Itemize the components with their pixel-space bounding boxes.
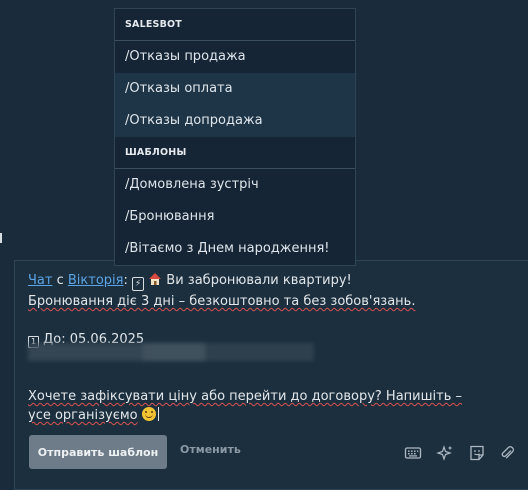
send-template-button[interactable]: Отправить шаблон (29, 435, 167, 469)
message-line-1: Чат с Вікторія: ⚡ Ви забронювали квартир… (28, 271, 468, 292)
message-line-2: Бронювання діє 3 дні – безкоштовно та бе… (28, 294, 416, 309)
dropdown-item-domovlena-zustrich[interactable]: /Домовлена зустріч (115, 169, 355, 201)
attachment-icon[interactable] (498, 444, 516, 462)
house-icon (148, 272, 162, 292)
template-dropdown[interactable]: SALESBOT /Отказы продажа /Отказы оплата … (114, 8, 356, 266)
chat-link[interactable]: Чат (28, 273, 52, 288)
lightning-icon: ⚡ (132, 277, 145, 291)
text-cursor (157, 407, 159, 421)
smiley-icon (141, 407, 156, 421)
colon-text: : (123, 273, 128, 288)
dropdown-item-birthday[interactable]: /Вітаємо з Днем народження! (115, 233, 355, 265)
contact-link[interactable]: Вікторія (68, 273, 124, 288)
dropdown-item-otkazy-doprodazha[interactable]: /Отказы допродажа (115, 105, 355, 137)
message-line-4: Хочете зафіксувати ціну або перейти до д… (28, 387, 468, 425)
ai-sparkle-icon[interactable] (436, 444, 454, 462)
section-header-salesbot: SALESBOT (115, 9, 355, 41)
line4-text: Хочете зафіксувати ціну або перейти до д… (28, 389, 462, 423)
line1-text: Ви забронювали квартиру! (166, 273, 352, 288)
left-edge-mark (0, 233, 2, 243)
sticker-icon[interactable] (468, 444, 486, 462)
dropdown-item-bronyuvannya[interactable]: /Бронювання (115, 201, 355, 233)
keyboard-icon[interactable] (404, 444, 422, 462)
with-word: с (56, 273, 64, 288)
blurred-redacted-text (28, 343, 314, 361)
dropdown-item-otkazy-prodazha[interactable]: /Отказы продажа (115, 41, 355, 73)
dropdown-item-otkazy-oplata[interactable]: /Отказы оплата (115, 73, 355, 105)
cancel-button[interactable]: Отменить (180, 443, 241, 456)
section-header-templates: ШАБЛОНЫ (115, 137, 355, 169)
